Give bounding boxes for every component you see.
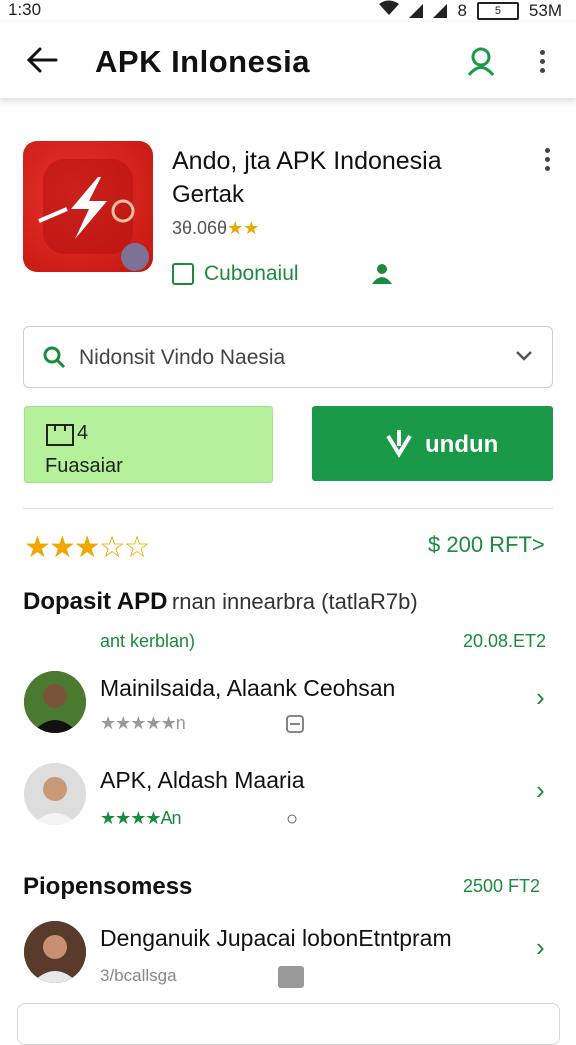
wifi-icon	[379, 0, 400, 21]
chevron-right-icon[interactable]: ›	[536, 932, 545, 963]
section-2-value: 2500 FT2	[463, 876, 541, 896]
install-label: undun	[425, 431, 499, 458]
rating-stars-value: ★★★☆☆	[24, 531, 150, 564]
list-item-stars-value: ★★★★	[100, 808, 162, 828]
section-1-title: Dopasit APD	[23, 588, 168, 615]
list-item-name[interactable]: Denganuik Jupacai lobonEtntpram	[100, 925, 452, 952]
rating-text: 3θ.06θ	[172, 218, 228, 238]
list-item-name[interactable]: Mainilsaida, Alaank Ceohsan	[100, 675, 395, 702]
more-vert-icon[interactable]	[540, 50, 545, 73]
install-icon	[384, 428, 414, 463]
back-arrow-icon[interactable]	[26, 46, 58, 74]
list-item-meta: 3/bcallsga	[100, 966, 177, 985]
price-link[interactable]: $ 200 RFT>	[428, 532, 545, 558]
app-more-icon[interactable]	[545, 148, 550, 171]
status-bar: 1:30 8 5 53M	[0, 0, 576, 22]
app-category[interactable]: Cubonaiul	[172, 262, 299, 286]
storage-text: 53M	[528, 0, 562, 20]
account-icon[interactable]	[466, 46, 496, 81]
signal-icon	[409, 3, 424, 18]
app-rating: 3θ.06θ★★	[172, 218, 259, 239]
status-time: 1:30	[8, 0, 42, 19]
list-item-meta: An	[160, 808, 182, 828]
app-name: Ando, jta APK Indonesia	[172, 147, 442, 175]
signal-icon-2	[433, 3, 448, 18]
avatar	[24, 763, 86, 825]
list-item-badge-icon	[286, 715, 304, 738]
section-header-1: Dopasit APD rnan innearbra (tatlaR7b)	[23, 588, 418, 616]
list-item-name[interactable]: APK, Aldash Maaria	[100, 767, 305, 794]
divider	[23, 508, 553, 509]
app-bar: APK Inlonesia	[0, 22, 576, 98]
category-label: Cubonaiul	[204, 262, 299, 285]
secondary-button[interactable]: 4 Fuasaiar	[24, 406, 273, 483]
status-text: 8	[457, 0, 467, 20]
avatar	[24, 921, 86, 983]
battery-icon: 5	[476, 1, 519, 20]
list-item-meta: n	[175, 713, 186, 733]
screenshot-icon	[45, 423, 75, 452]
section-1-subtitle: rnan innearbra (tatlaR7b)	[171, 589, 418, 614]
list-item-stars: ★★★★★n	[100, 713, 186, 734]
list-item-stars-value: ★★★★★	[100, 713, 177, 733]
category-icon	[172, 263, 194, 285]
list-item-stars: ★★★★An	[100, 808, 182, 829]
search-value: Nidonsit Vindo Naesia	[79, 346, 286, 369]
list-item-badge-icon	[278, 966, 304, 988]
secondary-count: 4	[77, 422, 89, 444]
secondary-label: Fuasaiar	[45, 455, 123, 477]
status-icons: 8 5 53M	[379, 0, 562, 21]
page-title: APK Inlonesia	[95, 44, 310, 79]
section-1-tag[interactable]: ant kerblan)	[100, 631, 195, 652]
chevron-right-icon[interactable]: ›	[536, 775, 545, 806]
rating-stars-large: ★★★☆☆	[24, 530, 150, 565]
section-1-tag-value: 20.08.ET2	[463, 631, 547, 651]
avatar	[24, 671, 86, 733]
list-item-badge-icon: ○	[286, 808, 299, 830]
chevron-right-icon[interactable]: ›	[536, 682, 545, 713]
chevron-down-icon[interactable]	[514, 349, 534, 368]
rating-stars: ★★	[227, 218, 260, 238]
search-icon	[42, 345, 66, 374]
bottom-card[interactable]	[17, 1003, 560, 1045]
section-2-title: Piopensomess	[23, 873, 193, 900]
app-icon	[23, 141, 153, 272]
app-developer[interactable]: Gertak	[172, 181, 244, 209]
install-button[interactable]: undun	[312, 406, 553, 481]
search-field[interactable]: Nidonsit Vindo Naesia	[23, 326, 553, 388]
person-icon[interactable]	[370, 262, 394, 289]
